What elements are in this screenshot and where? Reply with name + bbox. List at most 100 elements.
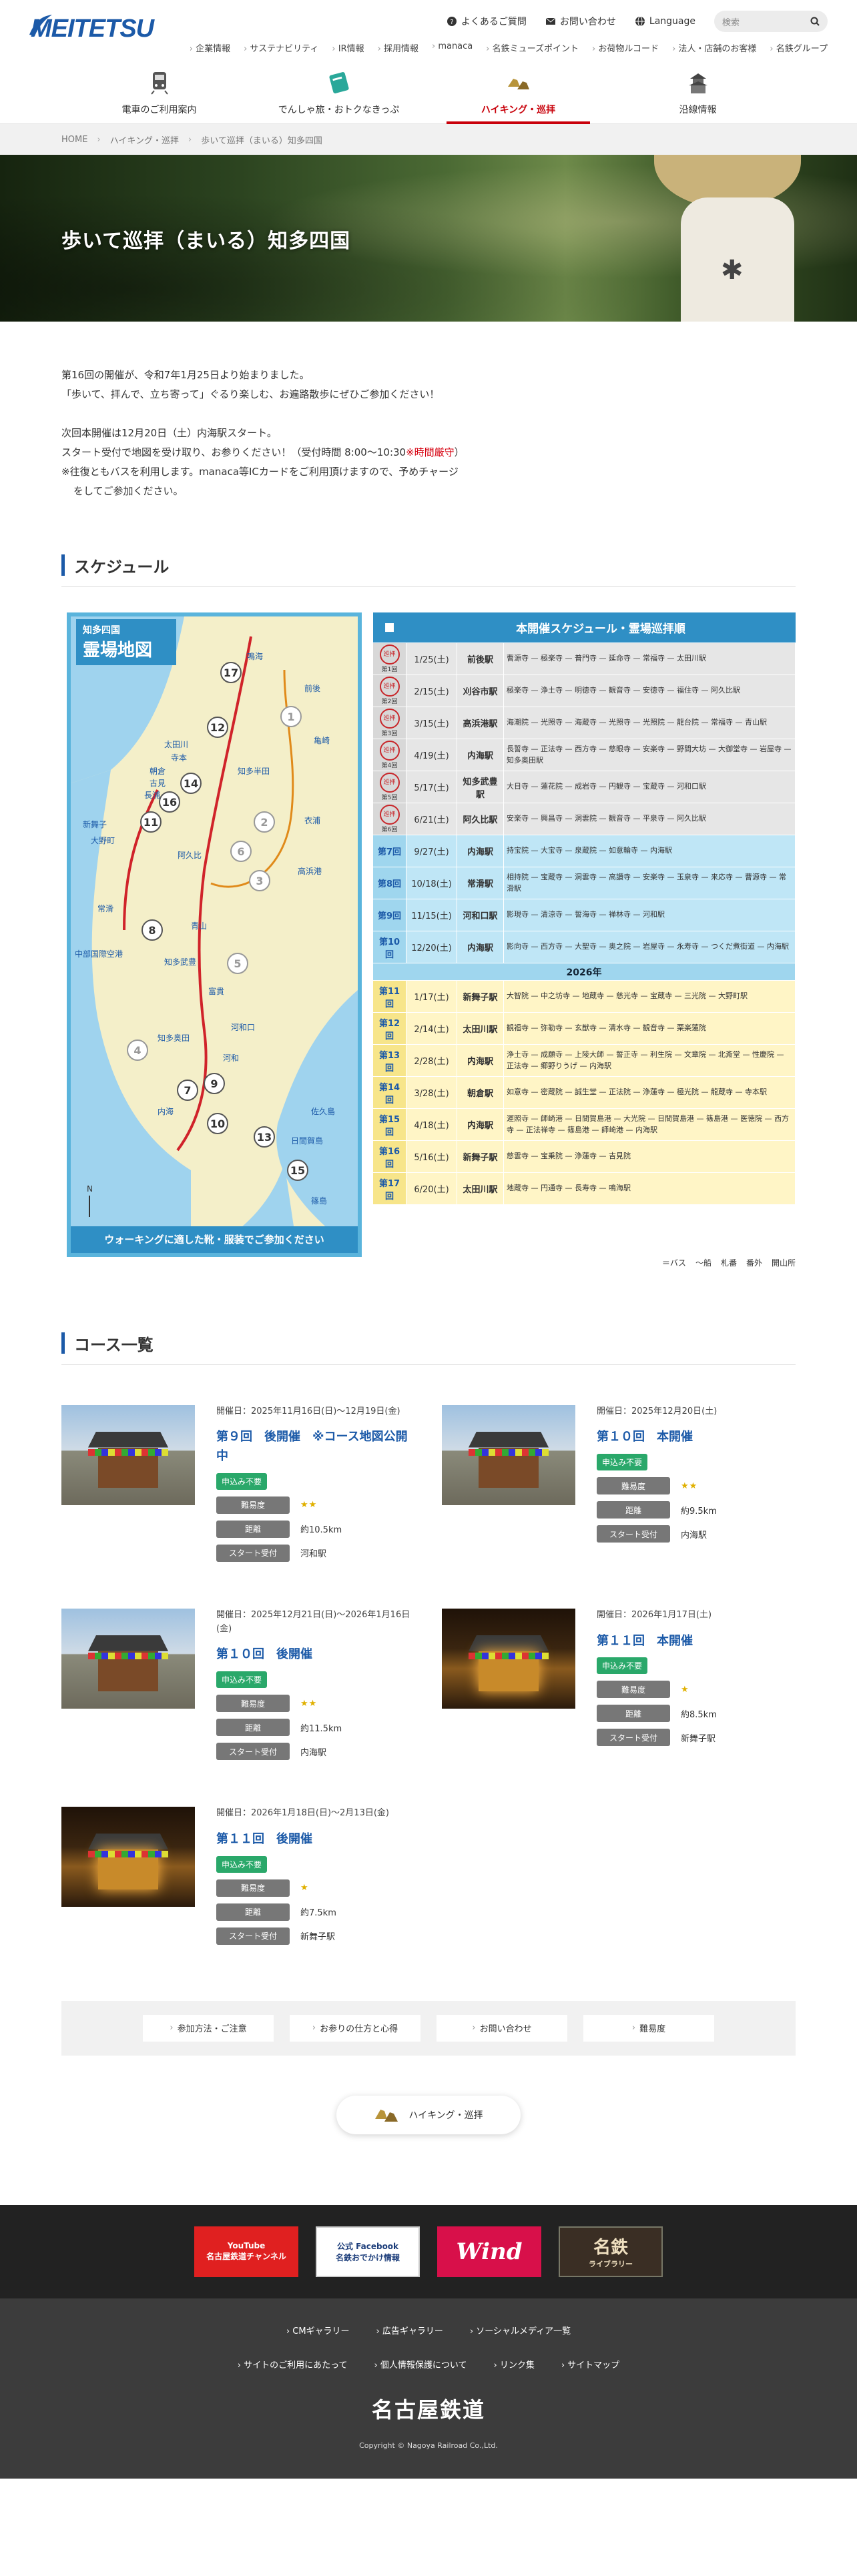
course-card[interactable]: 開催日：2026年1月17日(土) 第１１回 本開催 申込み不要 難易度 ★ 距離 約8.5… <box>442 1608 796 1760</box>
search-input[interactable]: 検索 <box>714 11 828 32</box>
schedule-station: 新舞子駅 <box>457 1140 504 1173</box>
contact-link[interactable]: お問い合わせ <box>545 15 616 28</box>
page-title: 歩いて巡拝（まいる）知多四国 <box>61 230 351 253</box>
course-card[interactable]: 開催日：2025年12月21日(日)～2026年1月16日(金) 第１０回 後開催… <box>61 1608 415 1761</box>
schedule-round: 第12回 <box>372 1012 406 1045</box>
schedule-round: 巡拝 第4回 <box>372 739 406 771</box>
distance-value: 約10.5km <box>300 1525 342 1536</box>
schedule-route: 持宝院 — 大宝寺 — 泉蔵院 — 如意輪寺 — 内海駅 <box>503 835 796 867</box>
sub-link[interactable]: サステナビリティ <box>244 41 318 54</box>
course-title-link[interactable]: 第１１回 後開催 <box>216 1830 415 1849</box>
course-title-link[interactable]: 第１０回 本開催 <box>597 1428 796 1447</box>
course-date: 開催日：2026年1月17日(土) <box>597 1609 712 1620</box>
map-label: 内海 <box>158 1106 174 1116</box>
start-station-value: 内海駅 <box>300 1747 327 1758</box>
sub-link[interactable]: お荷物ルコード <box>592 41 659 54</box>
temple-marker: 13 <box>254 1126 275 1148</box>
link-inquiry[interactable]: お問い合わせ <box>437 2014 567 2042</box>
course-meta: 開催日：2025年12月21日(日)～2026年1月16日(金) 第１０回 後開催… <box>216 1609 415 1761</box>
schedule-row: 第8回 10/18(土) 常滑駅 相持院 — 宝蔵寺 — 洞雲寺 — 高讃寺 — 安楽… <box>372 867 796 899</box>
attr-label: 距離 <box>597 1705 670 1723</box>
language-link[interactable]: Language <box>635 16 695 27</box>
intro-line: 次回本開催は12月20日（土）内海駅スタート。 <box>61 426 277 439</box>
back-to-hiking-button[interactable]: ハイキング・巡拝 <box>336 2095 521 2134</box>
schedule-station: 太田川駅 <box>457 1172 504 1205</box>
course-thumbnail[interactable] <box>442 1608 575 1709</box>
seal-stamp-icon: 巡拝 <box>379 773 400 793</box>
schedule-round: 第11回 <box>372 980 406 1013</box>
sub-link[interactable]: manaca <box>432 41 473 54</box>
nav-train-guide[interactable]: 電車のご利用案内 <box>69 61 249 124</box>
intro-line: をしてご参加ください。 <box>73 485 184 498</box>
sub-link[interactable]: 企業情報 <box>190 41 230 54</box>
meitetsu-logo[interactable]: MEITETSU <box>27 9 154 44</box>
map-label: 河和口 <box>231 1023 255 1032</box>
footer-link[interactable]: CMギャラリー <box>286 2324 349 2336</box>
link-difficulty[interactable]: 難易度 <box>583 2014 714 2042</box>
nav-hiking[interactable]: ハイキング・巡拝 <box>429 61 608 124</box>
sub-link[interactable]: 名鉄グループ <box>770 41 828 54</box>
footer-link[interactable]: サイトマップ <box>561 2358 619 2371</box>
course-title-link[interactable]: 第１０回 後開催 <box>216 1645 415 1665</box>
footer-link[interactable]: 広告ギャラリー <box>376 2324 443 2336</box>
link-participation[interactable]: 参加方法・ご注意 <box>143 2014 274 2042</box>
map-label: 知多半田 <box>238 767 270 776</box>
schedule-round: 巡拝 第3回 <box>372 707 406 739</box>
youtube-banner[interactable]: YouTube 名古屋鉄道チャンネル <box>194 2226 298 2277</box>
course-title-link[interactable]: 第９回 後開催 ※コース地図公開中 <box>216 1428 415 1466</box>
search-icon[interactable] <box>810 17 820 26</box>
attr-label: スタート受付 <box>216 1544 290 1562</box>
sub-link[interactable]: 法人・店舗のお客様 <box>672 41 756 54</box>
footer-link[interactable]: リンク集 <box>493 2358 535 2371</box>
wind-banner[interactable]: Wind <box>437 2226 541 2277</box>
footer-link[interactable]: ソーシャルメディア一覧 <box>470 2324 571 2336</box>
course-thumbnail[interactable] <box>61 1807 195 1907</box>
svg-text:N: N <box>87 1184 93 1194</box>
distance-value: 約9.5km <box>681 1506 717 1517</box>
map-label: 朝倉 <box>150 766 166 776</box>
facebook-banner[interactable]: 公式 Facebook 名鉄おでかけ情報 <box>316 2226 420 2277</box>
nav-area-info[interactable]: 沿線情報 <box>608 61 788 124</box>
round-label: 第1回 <box>381 667 398 673</box>
intro-text: 第16回の開催が、令和7年1月25日より始まりました。 「歩いて、拝んで、立ち寄… <box>0 322 857 502</box>
schedule-date: 3/28(土) <box>406 1076 457 1109</box>
map-label: 古見 <box>150 778 166 788</box>
course-thumbnail[interactable] <box>61 1404 195 1505</box>
sub-link[interactable]: 採用情報 <box>378 41 418 54</box>
start-station-value: 内海駅 <box>681 1530 707 1541</box>
sub-link[interactable]: IR情報 <box>332 41 364 54</box>
library-banner[interactable]: 名鉄 ライブラリー <box>559 2226 663 2277</box>
language-label: Language <box>649 16 695 27</box>
course-list-heading: コース一覧 <box>61 1332 796 1365</box>
breadcrumb-home[interactable]: HOME <box>61 135 87 145</box>
map-label: 太田川 <box>164 739 188 749</box>
help-circle-icon: ? <box>447 17 457 26</box>
schedule-route: 影現寺 — 清涼寺 — 誓海寺 — 禅林寺 — 河和駅 <box>503 899 796 931</box>
link-how-to-pray[interactable]: お参りの仕方と心得 <box>290 2014 420 2042</box>
course-difficulty: 難易度 ★ <box>597 1681 796 1699</box>
schedule-date: 5/16(土) <box>406 1140 457 1173</box>
svg-text:11: 11 <box>144 816 158 829</box>
schedule-route: 相持院 — 宝蔵寺 — 洞雲寺 — 高讃寺 — 安楽寺 — 玉泉寺 — 来応寺 … <box>503 867 796 899</box>
schedule-route: 曹源寺 — 極楽寺 — 普門寺 — 延命寺 — 常福寺 — 太田川駅 <box>503 642 796 675</box>
faq-link[interactable]: ? よくあるご質問 <box>447 15 527 28</box>
breadcrumb-hiking[interactable]: ハイキング・巡拝 <box>110 133 179 146</box>
course-card[interactable]: 開催日：2026年1月18日(日)～2月13日(金) 第１１回 後開催 申込み不要難… <box>61 1807 415 1945</box>
course-thumbnail[interactable] <box>442 1404 575 1505</box>
no-registration-badge: 申込み不要 <box>216 1472 268 1490</box>
footer-link[interactable]: 個人情報保護について <box>374 2358 467 2371</box>
course-card[interactable]: 開催日：2025年12月20日(土) 第１０回 本開催 申込み不要 難易度 ★★ 距離 約9… <box>442 1404 796 1562</box>
schedule-round: 第8回 <box>372 867 406 899</box>
sub-link[interactable]: 名鉄ミューズポイント <box>486 41 579 54</box>
schedule-route: 極楽寺 — 浄土寺 — 明徳寺 — 観音寺 — 安徳寺 — 福住寺 — 阿久比駅 <box>503 675 796 707</box>
schedule-date: 1/25(土) <box>406 642 457 675</box>
course-thumbnail[interactable] <box>61 1608 195 1709</box>
course-card[interactable]: 開催日：2025年11月16日(日)～12月19日(金) 第９回 後開催 ※コース… <box>61 1404 415 1562</box>
nav-tickets[interactable]: でんしゃ旅・おトクなきっぷ <box>249 61 429 124</box>
footer-link[interactable]: サイトのご利用にあたって <box>238 2358 347 2371</box>
nav-label: 電車のご利用案内 <box>121 105 197 115</box>
course-title-link[interactable]: 第１１回 本開催 <box>597 1632 796 1651</box>
course-start: スタート受付 河和駅 <box>216 1544 415 1562</box>
course-date: 開催日：2025年12月20日(土) <box>597 1406 718 1416</box>
schedule-route: 影向寺 — 西方寺 — 大聖寺 — 奥之院 — 岩屋寺 — 永寿寺 — つくだ煮… <box>503 931 796 963</box>
